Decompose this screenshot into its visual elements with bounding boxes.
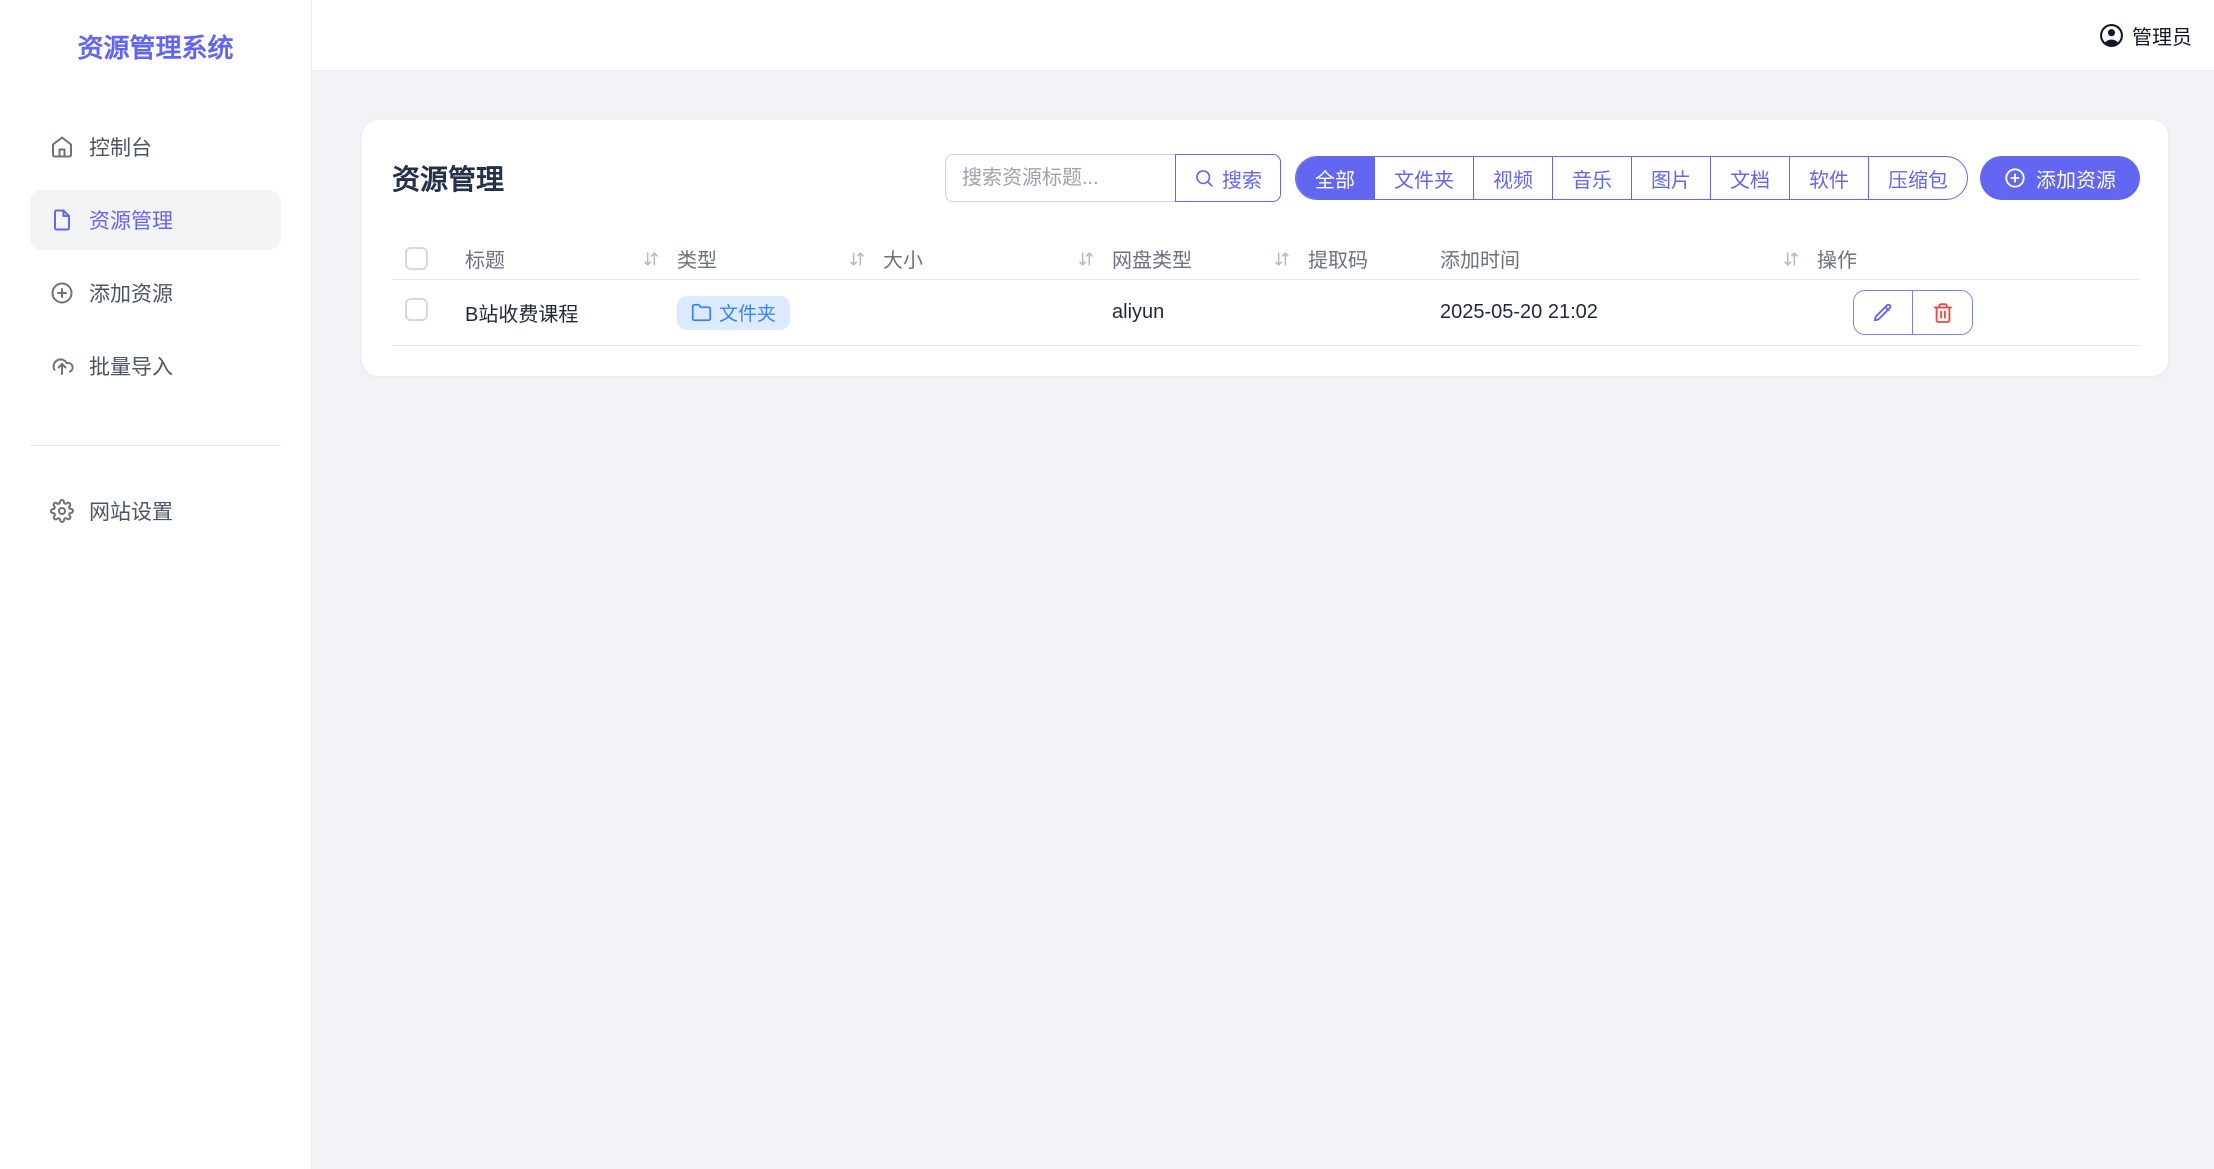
add-resource-label: 添加资源 — [2036, 164, 2116, 193]
search-input[interactable] — [945, 154, 1175, 202]
row-actions-cell — [1817, 290, 2140, 335]
filter-folder[interactable]: 文件夹 — [1374, 157, 1473, 199]
row-title: B站收费课程 — [465, 298, 677, 327]
filter-group: 全部 文件夹 视频 音乐 图片 文档 软件 压缩包 — [1295, 156, 1968, 200]
pencil-icon — [1872, 302, 1894, 324]
delete-button[interactable] — [1913, 291, 1972, 334]
sidebar-nav: 控制台 资源管理 添加资源 批量导入 — [30, 117, 281, 541]
type-badge: 文件夹 — [677, 296, 790, 330]
column-header-netdisk: 网盘类型 — [1112, 244, 1308, 273]
row-select-cell — [392, 298, 465, 327]
folder-icon — [691, 302, 712, 323]
add-resource-button[interactable]: 添加资源 — [1980, 156, 2140, 200]
plus-circle-icon — [50, 281, 74, 305]
sidebar-item-dashboard[interactable]: 控制台 — [30, 117, 281, 177]
select-all-cell — [392, 247, 465, 270]
sidebar-item-label: 批量导入 — [89, 351, 173, 381]
column-header-added-time: 添加时间 — [1440, 244, 1817, 273]
column-header-extract-code: 提取码 — [1308, 244, 1440, 273]
column-header-type: 类型 — [677, 244, 883, 273]
filter-software[interactable]: 软件 — [1789, 157, 1868, 199]
search-icon — [1194, 168, 1214, 188]
filter-music[interactable]: 音乐 — [1552, 157, 1631, 199]
search-button-label: 搜索 — [1222, 164, 1262, 193]
sidebar-divider — [30, 445, 281, 446]
app-root: 资源管理系统 控制台 资源管理 添加资源 — [0, 0, 2214, 1169]
sidebar-item-label: 资源管理 — [89, 205, 173, 235]
filter-document[interactable]: 文档 — [1710, 157, 1789, 199]
plus-circle-icon — [2004, 167, 2026, 189]
sort-icon[interactable] — [1076, 249, 1096, 269]
row-netdisk-type: aliyun — [1112, 301, 1308, 324]
column-header-actions: 操作 — [1817, 244, 2140, 273]
topbar: 管理员 — [312, 0, 2214, 71]
user-menu[interactable]: 管理员 — [2099, 21, 2192, 50]
sort-icon[interactable] — [1272, 249, 1292, 269]
sort-icon[interactable] — [847, 249, 867, 269]
page-title: 资源管理 — [392, 158, 504, 198]
trash-icon — [1932, 302, 1954, 324]
column-header-title: 标题 — [465, 244, 677, 273]
home-icon — [50, 135, 74, 159]
row-actions-group — [1853, 290, 1973, 335]
upload-cloud-icon — [50, 354, 74, 378]
sidebar: 资源管理系统 控制台 资源管理 添加资源 — [0, 0, 312, 1169]
resource-table: 标题 类型 大小 网盘类型 — [392, 244, 2140, 346]
filter-all[interactable]: 全部 — [1296, 157, 1374, 199]
row-added-time: 2025-05-20 21:02 — [1440, 301, 1817, 324]
sidebar-item-resources[interactable]: 资源管理 — [30, 190, 281, 250]
gear-icon — [50, 499, 74, 523]
user-label: 管理员 — [2132, 21, 2192, 50]
sidebar-item-label: 控制台 — [89, 132, 152, 162]
card-header: 资源管理 搜索 全部 文件夹 视频 — [392, 120, 2140, 202]
row-type-cell: 文件夹 — [677, 296, 883, 330]
row-checkbox[interactable] — [405, 298, 428, 321]
sidebar-item-label: 网站设置 — [89, 496, 173, 526]
toolbar: 搜索 全部 文件夹 视频 音乐 图片 文档 软件 压缩包 — [945, 154, 2140, 202]
table-header-row: 标题 类型 大小 网盘类型 — [392, 244, 2140, 280]
main-area: 管理员 资源管理 搜索 全部 — [312, 0, 2214, 1169]
sidebar-item-add-resource[interactable]: 添加资源 — [30, 263, 281, 323]
resource-card: 资源管理 搜索 全部 文件夹 视频 — [362, 120, 2168, 376]
content: 资源管理 搜索 全部 文件夹 视频 — [312, 71, 2214, 1169]
select-all-checkbox[interactable] — [405, 247, 428, 270]
sidebar-item-batch-import[interactable]: 批量导入 — [30, 336, 281, 396]
file-icon — [50, 208, 74, 232]
search-button[interactable]: 搜索 — [1175, 154, 1281, 202]
edit-button[interactable] — [1854, 291, 1913, 334]
table-row: B站收费课程 文件夹 aliyun 2025-05 — [392, 280, 2140, 346]
column-header-size: 大小 — [883, 244, 1112, 273]
sidebar-item-label: 添加资源 — [89, 278, 173, 308]
filter-video[interactable]: 视频 — [1473, 157, 1552, 199]
app-title: 资源管理系统 — [30, 28, 281, 65]
filter-image[interactable]: 图片 — [1631, 157, 1710, 199]
filter-archive[interactable]: 压缩包 — [1868, 157, 1967, 199]
user-circle-icon — [2099, 23, 2124, 48]
sort-icon[interactable] — [641, 249, 661, 269]
sidebar-item-site-settings[interactable]: 网站设置 — [30, 481, 281, 541]
sort-icon[interactable] — [1781, 249, 1801, 269]
